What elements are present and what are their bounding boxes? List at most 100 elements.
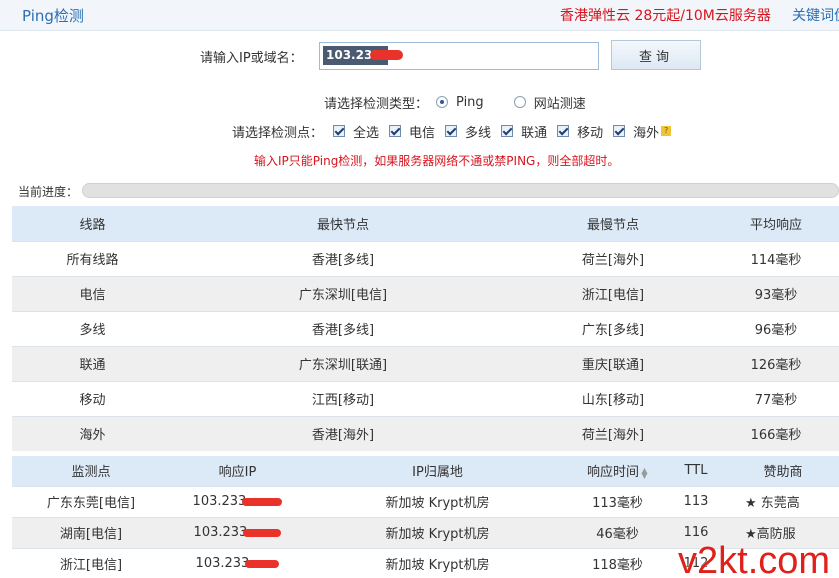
redaction-mark — [370, 50, 403, 60]
col-slowest: 最慢节点 — [513, 206, 713, 241]
summary-header-row: 线路 最快节点 最慢节点 平均响应 — [12, 206, 839, 241]
detail-header-row: 监测点 响应IP IP归属地 响应时间 ▲ ▼ TTL 赞助商 — [12, 456, 839, 486]
location-cell: 新加坡 Krypt机房 — [305, 547, 570, 578]
query-button[interactable]: 查询 — [611, 40, 701, 70]
slowest-node-cell: 广东[多线] — [513, 310, 713, 346]
ping-radio[interactable] — [436, 96, 449, 108]
summary-row: 海外 香港[海外] 荷兰[海外] 166毫秒 — [12, 415, 839, 451]
col-time[interactable]: 响应时间 ▲ ▼ — [570, 456, 665, 486]
avg-response-cell: 126毫秒 — [713, 345, 839, 381]
location-cell-text: 新加坡 Krypt机房 — [385, 558, 490, 574]
redaction-mark — [242, 497, 283, 506]
ip-cell: 103.233. — [170, 547, 305, 578]
summary-row: 多线 香港[多线] 广东[多线] 96毫秒 — [12, 310, 839, 346]
speedtest-radio-label[interactable]: 网站测速 — [534, 93, 586, 112]
col-ttl: TTL — [665, 456, 727, 486]
fastest-node-cell: 江西[移动] — [173, 380, 513, 416]
line-cell: 海外 — [12, 415, 173, 451]
keyword-link[interactable]: 关键词优 — [792, 5, 839, 25]
node-cell-text: 湖南[电信] — [59, 527, 123, 542]
avg-response-cell: 77毫秒 — [713, 380, 839, 416]
col-location: IP归属地 — [305, 456, 570, 486]
slowest-node-cell: 重庆[联通] — [513, 345, 713, 381]
checkbox-telecom[interactable] — [389, 125, 402, 137]
line-cell: 电信 — [12, 275, 173, 311]
ttl-cell-text: 116 — [683, 525, 709, 540]
summary-row: 所有线路 香港[多线] 荷兰[海外] 114毫秒 — [12, 240, 839, 276]
ip-input-label: 请输入IP或域名： — [200, 51, 303, 66]
col-node: 监测点 — [12, 456, 170, 486]
location-cell-text: 新加坡 Krypt机房 — [385, 527, 490, 542]
summary-table: 线路 最快节点 最慢节点 平均响应 所有线路 香港[多线] 荷兰[海外] 114毫秒电… — [12, 206, 839, 451]
help-icon[interactable]: ? — [661, 126, 672, 136]
progress-bar — [82, 183, 839, 198]
response-time-cell: 118毫秒 — [570, 547, 665, 578]
speedtest-radio[interactable] — [513, 96, 526, 108]
line-cell: 所有线路 — [12, 240, 173, 276]
node-cell-text: 广东东莞[电信] — [46, 496, 136, 511]
node-cell: 广东东莞[电信] — [12, 485, 170, 517]
detail-row: 广东东莞[电信] 103.233. 新加坡 Krypt机房 113毫秒 113 ★ 东莞高 — [12, 485, 839, 517]
checkbox-unicom[interactable] — [501, 125, 514, 137]
summary-row: 移动 江西[移动] 山东[移动] 77毫秒 — [12, 380, 839, 416]
checkbox-unicom-label[interactable]: 联通 — [521, 122, 547, 141]
node-cell-text: 浙江[电信] — [59, 558, 123, 574]
col-fastest: 最快节点 — [173, 206, 513, 241]
sponsor-cell[interactable]: ★ 东莞高 — [727, 485, 839, 517]
checkbox-overseas-label[interactable]: 海外 — [633, 122, 659, 141]
checkbox-mobile-label[interactable]: 移动 — [577, 122, 603, 141]
avg-response-cell: 114毫秒 — [713, 240, 839, 276]
response-time-cell: 113毫秒 — [570, 485, 665, 517]
checkbox-mobile[interactable] — [557, 125, 570, 137]
avg-response-cell: 96毫秒 — [713, 310, 839, 346]
detect-nodes-label: 请选择检测点： — [232, 125, 324, 141]
col-sponsor: 赞助商 — [727, 456, 839, 486]
sponsor-cell-text: ★ 东莞高 — [745, 496, 800, 511]
slowest-node-cell: 浙江[电信] — [513, 275, 713, 311]
avg-response-cell: 93毫秒 — [713, 275, 839, 311]
watermark: v2kt.com — [678, 540, 831, 578]
sort-icon[interactable]: ▲ ▼ — [641, 466, 648, 479]
detect-nodes-row: 请选择检测点： 全选 电信 多线 联通 移动 海外 ? — [232, 122, 672, 141]
ip-cell: 103.233. — [170, 516, 305, 548]
checkbox-all[interactable] — [333, 125, 346, 137]
slowest-node-cell: 荷兰[海外] — [513, 415, 713, 451]
response-time-cell-text: 46毫秒 — [596, 527, 639, 542]
ttl-cell-text: 113 — [683, 494, 709, 509]
avg-response-cell: 166毫秒 — [713, 415, 839, 451]
redaction-mark — [245, 559, 280, 568]
summary-row: 电信 广东深圳[电信] 浙江[电信] 93毫秒 — [12, 275, 839, 311]
line-cell: 多线 — [12, 310, 173, 346]
ad-link[interactable]: 香港弹性云 28元起/10M云服务器 — [560, 5, 771, 25]
node-cell: 浙江[电信] — [12, 547, 170, 578]
location-cell: 新加坡 Krypt机房 — [305, 516, 570, 548]
col-line: 线路 — [12, 206, 173, 241]
detect-type-label: 请选择检测类型： — [324, 96, 429, 112]
ping-radio-label[interactable]: Ping — [456, 95, 484, 110]
checkbox-all-label[interactable]: 全选 — [353, 122, 379, 141]
slowest-node-cell: 荷兰[海外] — [513, 240, 713, 276]
node-cell: 湖南[电信] — [12, 516, 170, 548]
page-title: Ping检测 — [22, 7, 84, 25]
checkbox-overseas[interactable] — [613, 125, 626, 137]
location-cell: 新加坡 Krypt机房 — [305, 485, 570, 517]
location-cell-text: 新加坡 Krypt机房 — [385, 496, 490, 511]
checkbox-multiline[interactable] — [445, 125, 458, 137]
line-cell: 移动 — [12, 380, 173, 416]
fastest-node-cell: 香港[多线] — [173, 310, 513, 346]
fastest-node-cell: 广东深圳[联通] — [173, 345, 513, 381]
detect-type-row: 请选择检测类型： Ping 网站测速 — [324, 93, 586, 112]
summary-row: 联通 广东深圳[联通] 重庆[联通] 126毫秒 — [12, 345, 839, 381]
col-ip: 响应IP — [170, 456, 305, 486]
ip-cell: 103.233. — [170, 485, 305, 517]
checkbox-multiline-label[interactable]: 多线 — [465, 122, 491, 141]
col-time-label: 响应时间 — [586, 465, 639, 481]
redaction-mark — [243, 528, 282, 537]
ping-notice: 输入IP只能Ping检测，如果服务器网络不通或禁PING，则全部超时。 — [254, 154, 620, 168]
checkbox-telecom-label[interactable]: 电信 — [409, 122, 435, 141]
response-time-cell: 46毫秒 — [570, 516, 665, 548]
ttl-cell: 113 — [665, 485, 727, 517]
fastest-node-cell: 香港[海外] — [173, 415, 513, 451]
top-bar: Ping检测 香港弹性云 28元起/10M云服务器 关键词优 — [0, 0, 839, 31]
col-avg: 平均响应 — [713, 206, 839, 241]
